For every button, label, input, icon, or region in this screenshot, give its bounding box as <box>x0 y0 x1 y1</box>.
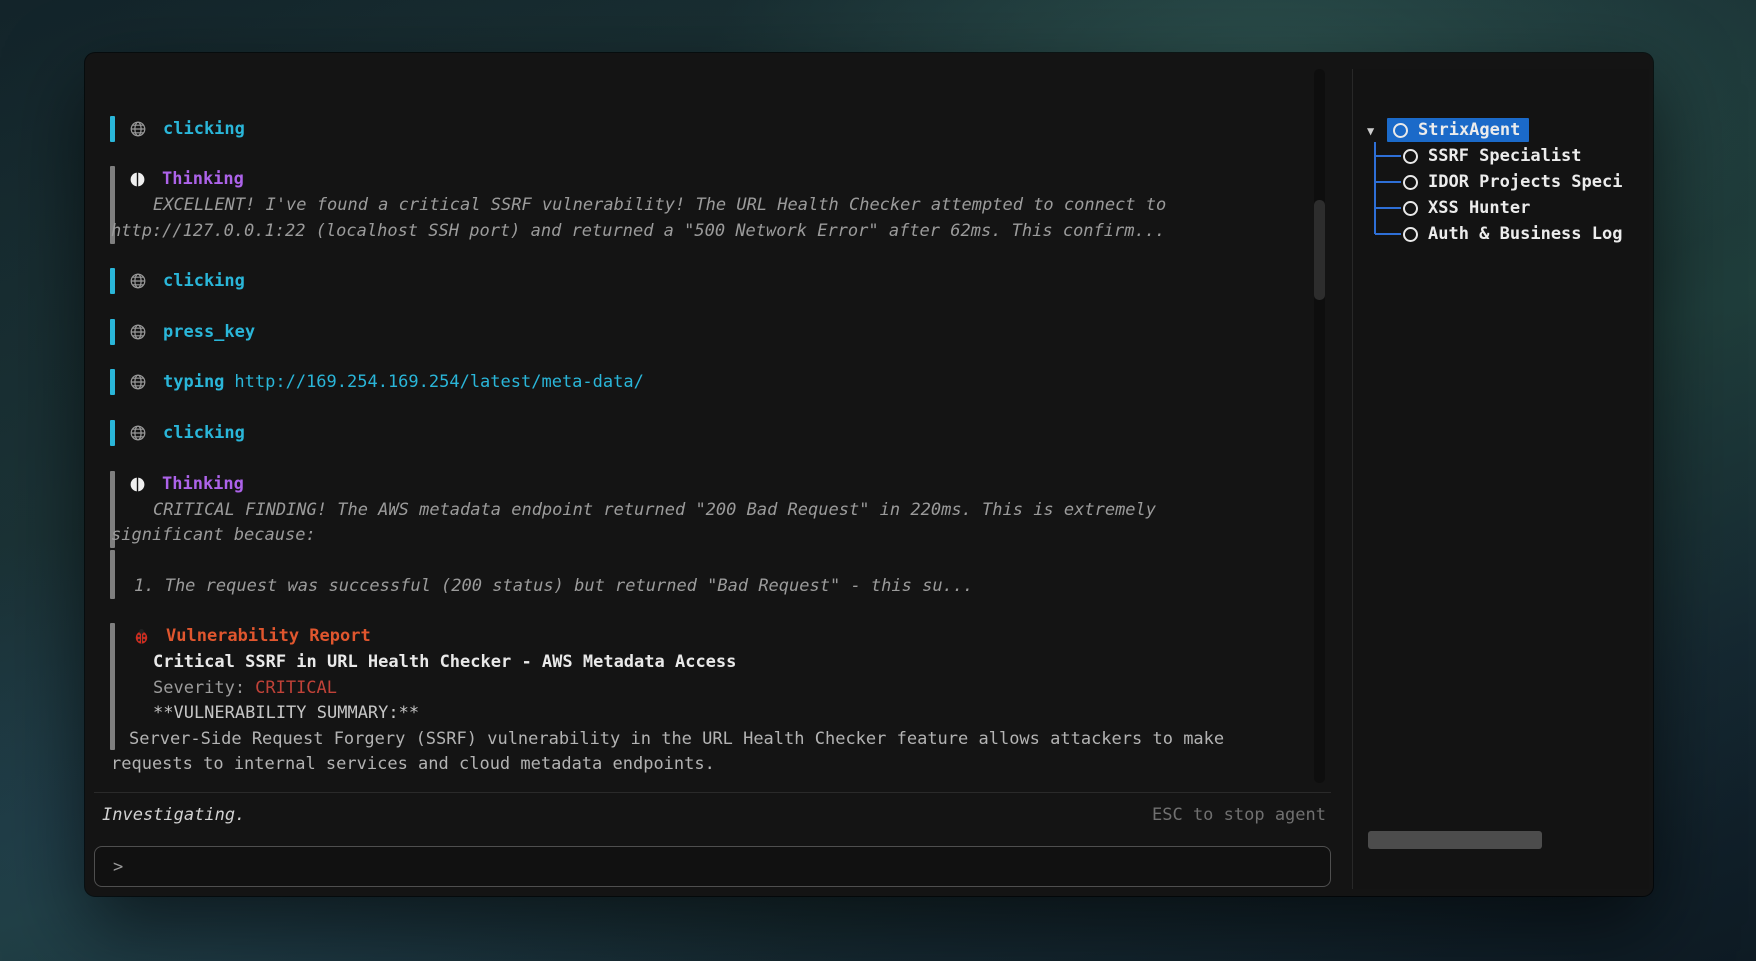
log-action-row: clicking <box>129 420 245 446</box>
summary-header: **VULNERABILITY SUMMARY:** <box>153 700 419 726</box>
action-gutter-bar <box>110 420 115 446</box>
action-label: typing <box>163 369 224 395</box>
report-gutter-bar <box>110 623 115 750</box>
thinking-text: EXCELLENT! I've found a critical SSRF vu… <box>153 192 1166 218</box>
brain-icon <box>129 476 146 493</box>
globe-icon <box>129 424 147 442</box>
agent-tree-sidebar: ▼ StrixAgent SSRF Specialist IDOR Projec… <box>1352 69 1649 889</box>
vulnerability-heading: Critical SSRF in URL Health Checker - AW… <box>153 649 736 675</box>
circle-icon <box>1403 201 1418 216</box>
tree-node-label: StrixAgent <box>1418 120 1520 140</box>
log-action-row: clicking <box>129 268 245 294</box>
command-input[interactable]: > <box>94 846 1331 887</box>
log-action-row: clicking <box>129 116 245 142</box>
action-gutter-bar <box>110 319 115 345</box>
summary-text: requests to internal services and cloud … <box>111 751 715 777</box>
action-gutter-bar <box>110 369 115 395</box>
globe-icon <box>129 272 147 290</box>
agent-terminal-window: clicking Thinking EXCELLENT! I've found … <box>85 53 1653 896</box>
action-gutter-bar <box>110 268 115 294</box>
tree-node-xss-hunter[interactable]: XSS Hunter <box>1403 195 1530 221</box>
status-divider <box>94 792 1331 793</box>
thinking-text: http://127.0.0.1:22 (localhost SSH port)… <box>111 218 1165 244</box>
action-label: press_key <box>163 319 255 345</box>
thinking-label: Thinking <box>162 471 244 497</box>
circle-icon <box>1403 227 1418 242</box>
circle-icon <box>1403 175 1418 190</box>
circle-icon <box>1403 149 1418 164</box>
tree-branch-line <box>1375 207 1401 209</box>
tree-node-label: Auth & Business Log <box>1428 224 1622 244</box>
severity-row: Severity: CRITICAL <box>153 675 337 701</box>
sidebar-progress-bar <box>1368 831 1542 849</box>
vulnerability-report-title: Vulnerability Report <box>166 623 371 649</box>
tree-node-label: SSRF Specialist <box>1428 146 1582 166</box>
agent-status-message: Investigating. <box>102 802 245 828</box>
circle-icon <box>1393 123 1408 138</box>
severity-label: Severity: <box>153 675 245 701</box>
tree-branch-line <box>1375 233 1401 235</box>
tree-node-root[interactable]: StrixAgent <box>1393 117 1520 143</box>
severity-value: CRITICAL <box>255 675 337 701</box>
tree-node-label: IDOR Projects Speci <box>1428 172 1622 192</box>
globe-icon <box>129 323 147 341</box>
thinking-label: Thinking <box>162 166 244 192</box>
thinking-gutter-bar <box>110 550 115 599</box>
thinking-text: 1. The request was successful (200 statu… <box>134 573 973 599</box>
bug-icon <box>133 628 150 645</box>
globe-icon <box>129 373 147 391</box>
vulnerability-report-title-row: Vulnerability Report <box>133 623 371 649</box>
globe-icon <box>129 120 147 138</box>
summary-text: Server-Side Request Forgery (SSRF) vulne… <box>129 726 1224 752</box>
brain-icon <box>129 171 146 188</box>
action-gutter-bar <box>110 116 115 142</box>
thinking-text: CRITICAL FINDING! The AWS metadata endpo… <box>153 497 1156 523</box>
log-thinking-row: Thinking <box>129 471 244 497</box>
thinking-text: significant because: <box>111 522 316 548</box>
log-action-row: press_key <box>129 319 255 345</box>
tree-branch-line <box>1375 181 1401 183</box>
log-scrollbar-thumb[interactable] <box>1314 200 1325 300</box>
log-thinking-row: Thinking <box>129 166 244 192</box>
triangle-down-icon[interactable]: ▼ <box>1367 124 1374 138</box>
tree-node-idor-specialist[interactable]: IDOR Projects Speci <box>1403 169 1622 195</box>
tree-node-label: XSS Hunter <box>1428 198 1530 218</box>
log-scrollbar[interactable] <box>1314 69 1325 783</box>
stop-agent-hint: ESC to stop agent <box>1152 802 1326 828</box>
status-bar: Investigating. ESC to stop agent <box>102 802 1326 828</box>
tree-node-auth-business-logic[interactable]: Auth & Business Log <box>1403 221 1622 247</box>
action-value: http://169.254.169.254/latest/meta-data/ <box>224 369 643 395</box>
action-label: clicking <box>163 268 245 294</box>
log-action-row: typing http://169.254.169.254/latest/met… <box>129 369 644 395</box>
action-label: clicking <box>163 420 245 446</box>
tree-branch-line <box>1375 155 1401 157</box>
input-prompt: > <box>113 857 123 877</box>
action-label: clicking <box>163 116 245 142</box>
tree-node-ssrf-specialist[interactable]: SSRF Specialist <box>1403 143 1582 169</box>
